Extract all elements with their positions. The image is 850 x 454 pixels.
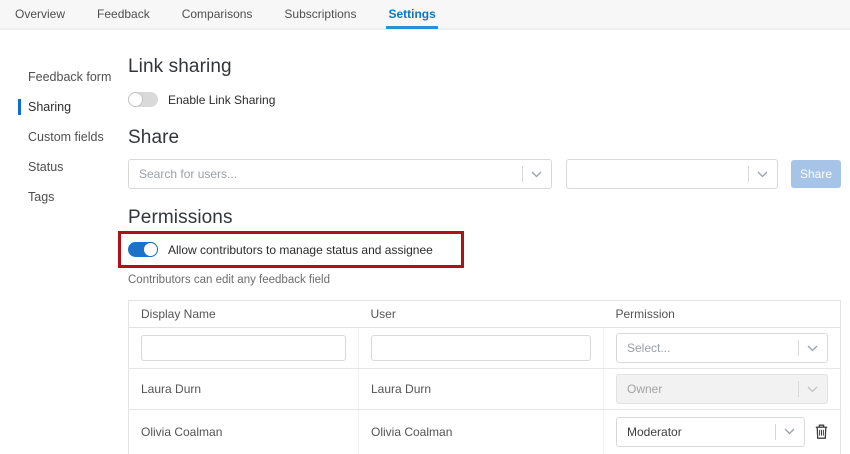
table-filter-row: Select... [128, 327, 841, 369]
chevron-down-icon[interactable] [757, 171, 768, 178]
sidebar-item-status[interactable]: Status [0, 152, 128, 182]
toggle-knob [143, 242, 158, 257]
column-header-display-name: Display Name [128, 300, 359, 328]
sidebar-item-feedback-form[interactable]: Feedback form [0, 62, 128, 92]
allow-contributors-label: Allow contributors to manage status and … [168, 242, 433, 257]
combobox-divider [748, 166, 749, 182]
tab-settings[interactable]: Settings [386, 0, 439, 29]
sharing-settings-panel: Link sharing Enable Link Sharing Share S… [118, 30, 850, 454]
allow-contributors-toggle[interactable] [128, 242, 158, 257]
tab-overview[interactable]: Overview [15, 0, 65, 28]
permissions-title: Permissions [128, 207, 233, 228]
enable-link-sharing-label: Enable Link Sharing [168, 92, 276, 107]
chevron-down-icon[interactable] [531, 171, 542, 178]
tab-feedback[interactable]: Feedback [97, 0, 150, 28]
permissions-note: Contributors can edit any feedback field [128, 274, 331, 286]
annotation-highlight-box: Allow contributors to manage status and … [118, 231, 464, 268]
table-row: Laura Durn Laura Durn Owner [128, 368, 841, 410]
top-tab-bar: Overview Feedback Comparisons Subscripti… [0, 0, 850, 30]
share-controls-row: Share [128, 159, 841, 189]
chevron-down-icon[interactable] [784, 428, 795, 435]
user-search-combobox[interactable] [128, 159, 552, 189]
cell-user: Olivia Coalman [358, 409, 604, 454]
allow-contributors-row: Allow contributors to manage status and … [128, 242, 433, 257]
cell-display-name: Laura Durn [128, 368, 359, 410]
column-header-permission: Permission [603, 300, 841, 328]
chevron-down-icon [807, 386, 818, 393]
user-search-input[interactable] [139, 167, 516, 181]
permission-value: Owner [627, 382, 663, 396]
tab-subscriptions[interactable]: Subscriptions [284, 0, 356, 28]
sidebar-item-tags[interactable]: Tags [0, 182, 128, 212]
sidebar-item-sharing[interactable]: Sharing [0, 92, 128, 122]
display-name-filter-input[interactable] [141, 335, 346, 361]
chevron-down-icon[interactable] [807, 345, 818, 352]
cell-user: Laura Durn [358, 368, 604, 410]
combobox-divider [775, 423, 776, 440]
settings-sidebar: Feedback form Sharing Custom fields Stat… [0, 30, 128, 454]
table-row: Olivia Coalman Olivia Coalman Moderator [129, 409, 841, 454]
combobox-divider [798, 340, 799, 356]
permission-filter-select[interactable]: Select... [616, 333, 828, 363]
enable-link-sharing-toggle[interactable] [128, 92, 158, 107]
column-header-user: User [358, 300, 604, 328]
contributors-table: Display Name User Permission Select... L… [128, 300, 841, 454]
combobox-divider [798, 381, 799, 397]
sidebar-item-custom-fields[interactable]: Custom fields [0, 122, 128, 152]
share-type-combobox[interactable] [566, 159, 778, 189]
user-filter-input[interactable] [371, 335, 591, 361]
tab-comparisons[interactable]: Comparisons [182, 0, 253, 28]
enable-link-sharing-row: Enable Link Sharing [128, 92, 841, 107]
combobox-divider [522, 166, 523, 182]
permission-value: Moderator [627, 424, 682, 439]
share-button[interactable]: Share [791, 160, 841, 188]
table-header-row: Display Name User Permission [128, 300, 841, 328]
settings-layout: Feedback form Sharing Custom fields Stat… [0, 30, 850, 454]
permission-select-owner: Owner [616, 374, 828, 404]
toggle-knob [128, 92, 143, 107]
cell-display-name: Olivia Coalman [141, 424, 223, 439]
link-sharing-title: Link sharing [128, 56, 232, 77]
permission-select-moderator[interactable]: Moderator [616, 416, 805, 447]
permission-filter-value: Select... [627, 341, 671, 355]
trash-icon[interactable] [815, 424, 828, 440]
share-title: Share [128, 127, 180, 148]
